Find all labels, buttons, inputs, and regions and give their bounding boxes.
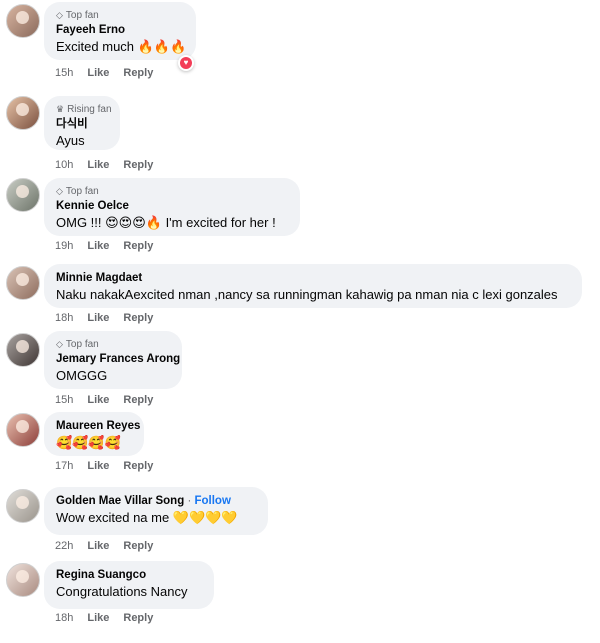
commenter-name[interactable]: Minnie Magdaet — [56, 270, 570, 286]
comment-actions: 18h Like Reply — [55, 612, 167, 624]
like-button[interactable]: Like — [87, 612, 109, 624]
comment-text: Naku nakakAexcited nman ,nancy sa runnin… — [56, 287, 558, 302]
comment-text: 🥰🥰🥰🥰 — [56, 435, 121, 450]
comment-time[interactable]: 10h — [55, 159, 73, 171]
commenter-name-link[interactable]: Golden Mae Villar Song — [56, 495, 184, 507]
comment-actions: 22h Like Reply — [55, 540, 167, 552]
reply-button[interactable]: Reply — [123, 312, 153, 324]
reply-button[interactable]: Reply — [123, 540, 153, 552]
comment-actions: 10h Like Reply — [55, 159, 167, 171]
commenter-name: Golden Mae Villar Song · Follow — [56, 493, 256, 509]
commenter-name[interactable]: Maureen Reyes — [56, 418, 140, 434]
comment-actions: 19h Like Reply — [55, 240, 167, 252]
commenter-name[interactable]: Fayeeh Erno — [56, 22, 184, 38]
comment-text: OMGGG — [56, 368, 108, 383]
commenter-name[interactable]: Regina Suangco — [56, 567, 202, 583]
comment-bubble: Regina Suangco Congratulations Nancy — [44, 561, 214, 609]
comment-time[interactable]: 17h — [55, 460, 73, 472]
comment-bubble: ◇ Top fan Jemary Frances Arong OMGGG — [44, 331, 182, 389]
comment-time[interactable]: 18h — [55, 312, 73, 324]
comment-bubble: ◇ Top fan Fayeeh Erno Excited much 🔥🔥🔥 — [44, 2, 196, 60]
comment-bubble: Minnie Magdaet Naku nakakAexcited nman ,… — [44, 264, 582, 308]
reaction-badge[interactable]: ♥ — [178, 55, 194, 71]
separator-dot: · — [187, 495, 192, 507]
comment-text: Excited much 🔥🔥🔥 — [56, 39, 187, 54]
avatar[interactable] — [6, 413, 40, 447]
like-button[interactable]: Like — [87, 159, 109, 171]
reply-button[interactable]: Reply — [123, 240, 153, 252]
follow-button[interactable]: Follow — [194, 495, 230, 507]
avatar[interactable] — [6, 4, 40, 38]
diamond-icon: ◇ — [56, 9, 63, 20]
diamond-icon: ◇ — [56, 185, 63, 196]
like-button[interactable]: Like — [87, 312, 109, 324]
comment-time[interactable]: 15h — [55, 67, 73, 79]
comment-actions: 18h Like Reply — [55, 312, 167, 324]
like-button[interactable]: Like — [87, 240, 109, 252]
comment-time[interactable]: 18h — [55, 612, 73, 624]
avatar[interactable] — [6, 266, 40, 300]
avatar[interactable] — [6, 563, 40, 597]
comment-actions: 15h Like Reply — [55, 394, 167, 406]
rising-fan-badge: ♛ Rising fan — [56, 103, 112, 115]
avatar[interactable] — [6, 489, 40, 523]
comment-actions: 17h Like Reply — [55, 460, 167, 472]
avatar[interactable] — [6, 333, 40, 367]
commenter-name[interactable]: Kennie Oelce — [56, 198, 288, 214]
diamond-icon: ◇ — [56, 338, 63, 349]
comment-text: OMG !!! 😍😍😍🔥 I'm excited for her ! — [56, 215, 276, 230]
comment-bubble: Maureen Reyes 🥰🥰🥰🥰 — [44, 412, 144, 456]
comment-bubble: ◇ Top fan Kennie Oelce OMG !!! 😍😍😍🔥 I'm e… — [44, 178, 300, 236]
like-button[interactable]: Like — [87, 67, 109, 79]
comment-text: Wow excited na me 💛💛💛💛 — [56, 510, 238, 525]
reply-button[interactable]: Reply — [123, 159, 153, 171]
comment-text: Congratulations Nancy — [56, 584, 188, 599]
reply-button[interactable]: Reply — [123, 394, 153, 406]
avatar[interactable] — [6, 178, 40, 212]
reply-button[interactable]: Reply — [123, 67, 153, 79]
top-fan-badge: ◇ Top fan — [56, 9, 99, 21]
comment-text: Ayus — [56, 133, 85, 148]
comment-time[interactable]: 22h — [55, 540, 73, 552]
like-button[interactable]: Like — [87, 460, 109, 472]
commenter-name[interactable]: Jemary Frances Arong — [56, 351, 180, 367]
comment-bubble: Golden Mae Villar Song · Follow Wow exci… — [44, 487, 268, 535]
comment-time[interactable]: 15h — [55, 394, 73, 406]
comment-time[interactable]: 19h — [55, 240, 73, 252]
comment-bubble: ♛ Rising fan 다식비 Ayus — [44, 96, 120, 150]
reply-button[interactable]: Reply — [123, 612, 153, 624]
comment-actions: 15h Like Reply — [55, 67, 167, 79]
trophy-icon: ♛ — [56, 103, 65, 114]
top-fan-badge: ◇ Top fan — [56, 185, 99, 197]
heart-icon: ♥ — [180, 57, 192, 69]
avatar[interactable] — [6, 96, 40, 130]
top-fan-badge: ◇ Top fan — [56, 338, 99, 350]
like-button[interactable]: Like — [87, 394, 109, 406]
like-button[interactable]: Like — [87, 540, 109, 552]
commenter-name[interactable]: 다식비 — [56, 116, 108, 132]
reply-button[interactable]: Reply — [123, 460, 153, 472]
